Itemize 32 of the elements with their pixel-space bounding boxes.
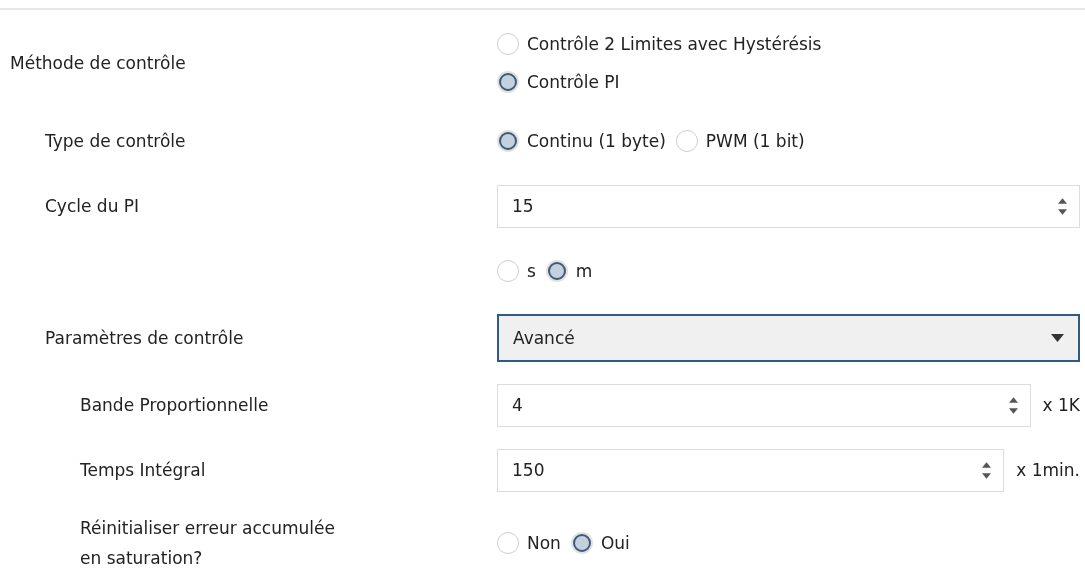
field-label: Méthode de contrôle bbox=[10, 52, 187, 75]
field-label: Type de contrôle bbox=[45, 130, 187, 153]
up-arrow-icon[interactable] bbox=[1008, 396, 1018, 403]
unit-label: x 1K bbox=[1042, 395, 1080, 415]
option-label[interactable]: Contrôle PI bbox=[527, 72, 620, 92]
option-label[interactable]: PWM (1 bit) bbox=[705, 131, 805, 151]
field-label: Cycle du PI bbox=[45, 195, 141, 218]
unit-label: x 1min. bbox=[1016, 460, 1080, 480]
up-arrow-icon[interactable] bbox=[982, 461, 992, 468]
radio-button[interactable] bbox=[499, 132, 517, 150]
option-label[interactable]: Contrôle 2 Limites avec Hystérésis bbox=[527, 34, 822, 54]
option-label[interactable]: m bbox=[575, 261, 593, 281]
field-label: Temps Intégral bbox=[80, 459, 207, 482]
option-label[interactable]: Non bbox=[527, 533, 561, 553]
dropdown[interactable]: Avancé bbox=[497, 314, 1080, 362]
radio-button[interactable] bbox=[572, 534, 591, 552]
field-label: Paramètres de contrôle bbox=[45, 327, 245, 350]
option-label[interactable]: Continu (1 byte) bbox=[527, 131, 666, 151]
radio-button[interactable] bbox=[547, 262, 566, 280]
option-label[interactable]: Oui bbox=[600, 533, 630, 553]
number-field[interactable]: 150 bbox=[497, 448, 1005, 492]
up-arrow-icon[interactable] bbox=[1058, 197, 1067, 204]
down-arrow-icon[interactable] bbox=[1008, 407, 1018, 414]
field-label: Réinitialiser erreur accumulée en saturation? bbox=[80, 517, 336, 570]
number-field[interactable]: 15 bbox=[497, 184, 1080, 228]
field-label: Bande Proportionnelle bbox=[80, 394, 270, 417]
caret-icon[interactable] bbox=[1051, 334, 1064, 342]
down-arrow-icon[interactable] bbox=[982, 472, 992, 479]
radio-button[interactable] bbox=[499, 73, 517, 91]
option-label[interactable]: s bbox=[527, 261, 536, 281]
down-arrow-icon[interactable] bbox=[1058, 208, 1067, 215]
number-field[interactable]: 4 bbox=[497, 383, 1031, 427]
